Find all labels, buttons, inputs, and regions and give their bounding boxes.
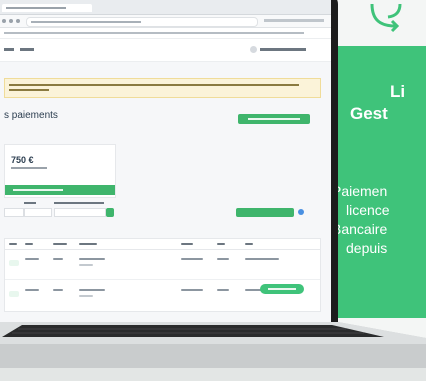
- payments-table: [4, 238, 321, 312]
- search-button[interactable]: [106, 208, 114, 217]
- date-to-field[interactable]: [24, 208, 52, 217]
- date-from-field[interactable]: [4, 208, 24, 217]
- balance-amount: 750 €: [11, 155, 34, 165]
- transfer-button[interactable]: [5, 185, 115, 195]
- bookmarks-bar: [0, 28, 331, 39]
- url-field[interactable]: [26, 17, 258, 27]
- promo-title-line-2: Gest: [350, 104, 388, 123]
- table-header: [5, 239, 320, 250]
- download-button[interactable]: [236, 208, 294, 217]
- promo-body-line: depuis: [346, 240, 388, 256]
- page-title: s paiements: [4, 110, 58, 121]
- laptop-screen: s paiements 750 €: [0, 0, 331, 322]
- help-icon[interactable]: [298, 209, 304, 215]
- browser-tab-bar: [0, 0, 331, 15]
- table-row[interactable]: [5, 250, 320, 278]
- refresh-arrows-icon: [370, 3, 402, 33]
- laptop-base: [0, 322, 426, 381]
- info-banner: [4, 78, 321, 98]
- promo-panel: Li Gest Paiemen licence Bancaire depuis: [330, 46, 426, 318]
- laptop-lid: s paiements 750 €: [0, 0, 338, 336]
- promo-body-line: licence: [346, 202, 390, 218]
- app-header: [0, 39, 331, 62]
- add-bank-account-button[interactable]: [238, 114, 310, 124]
- search-input[interactable]: [54, 208, 106, 217]
- promo-title-line-1: Li: [390, 82, 406, 101]
- browser-address-bar: [0, 15, 331, 28]
- promo-body-line: Bancaire: [332, 221, 388, 237]
- balance-card: 750 €: [4, 144, 116, 198]
- page-content: s paiements 750 €: [0, 62, 331, 322]
- promo-body-line: Paiemen: [332, 183, 388, 199]
- promo-body: Paiemen licence Bancaire depuis: [332, 182, 426, 258]
- photo-scene: Li Gest Paiemen licence Bancaire depuis: [0, 0, 426, 381]
- filter-bar: [4, 202, 319, 232]
- contact-button[interactable]: [260, 284, 304, 294]
